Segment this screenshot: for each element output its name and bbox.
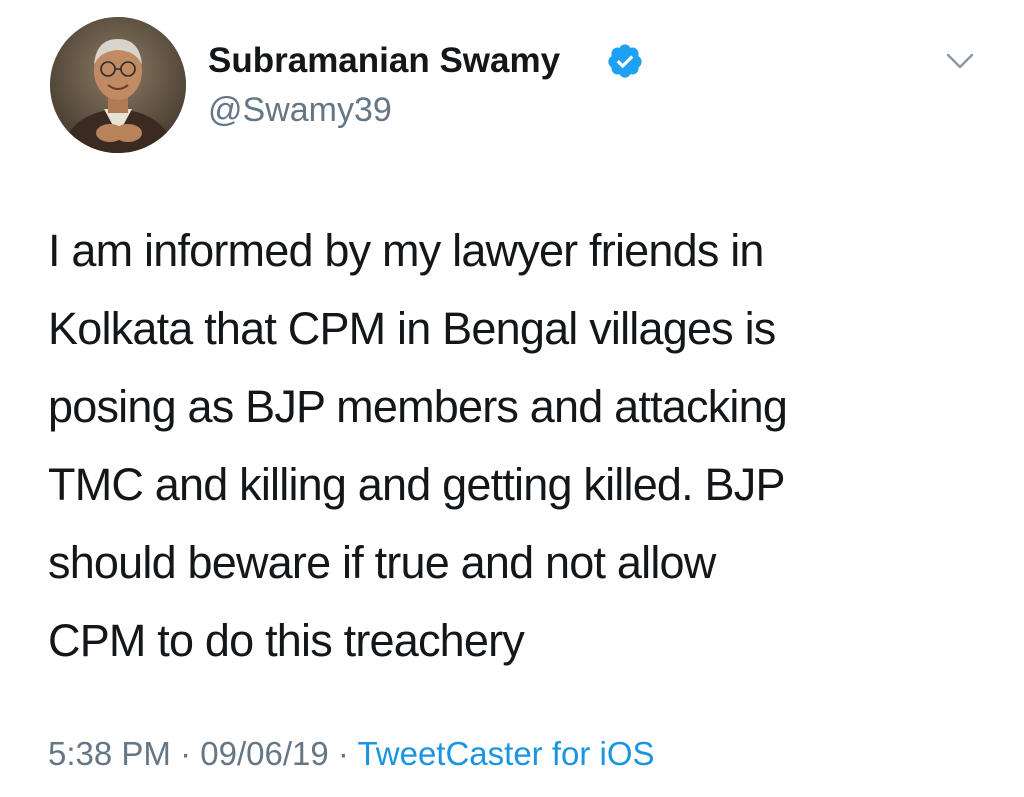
chevron-down-icon[interactable] — [944, 50, 976, 72]
author-avatar[interactable] — [50, 17, 186, 153]
meta-separator: · — [170, 735, 201, 772]
tweet-source-link[interactable]: TweetCaster for iOS — [357, 735, 654, 772]
author-name[interactable]: Subramanian Swamy — [208, 40, 560, 82]
tweet-date[interactable]: 09/06/19 — [200, 735, 328, 772]
tweet-text-line: posing as BJP members and attacking — [48, 381, 788, 432]
tweet-text-line: TMC and killing and getting killed. BJP — [48, 459, 785, 510]
tweet-text-line: Kolkata that CPM in Bengal villages is — [48, 303, 776, 354]
avatar-photo — [50, 17, 186, 153]
tweet-text-line: should beware if true and not allow — [48, 537, 716, 588]
tweet-text: I am informed by my lawyer friends in Ko… — [48, 212, 998, 680]
verified-badge-icon — [608, 44, 642, 78]
meta-separator: · — [328, 735, 358, 772]
tweet-text-line: I am informed by my lawyer friends in — [48, 225, 764, 276]
author-handle[interactable]: @Swamy39 — [208, 90, 392, 130]
tweet-card: Subramanian Swamy @Swamy39 I am informed… — [0, 0, 1024, 797]
tweet-text-line: CPM to do this treachery — [48, 615, 525, 666]
tweet-time[interactable]: 5:38 PM — [48, 735, 171, 772]
tweet-meta: 5:38 PM · 09/06/19 · TweetCaster for iOS — [48, 734, 655, 774]
